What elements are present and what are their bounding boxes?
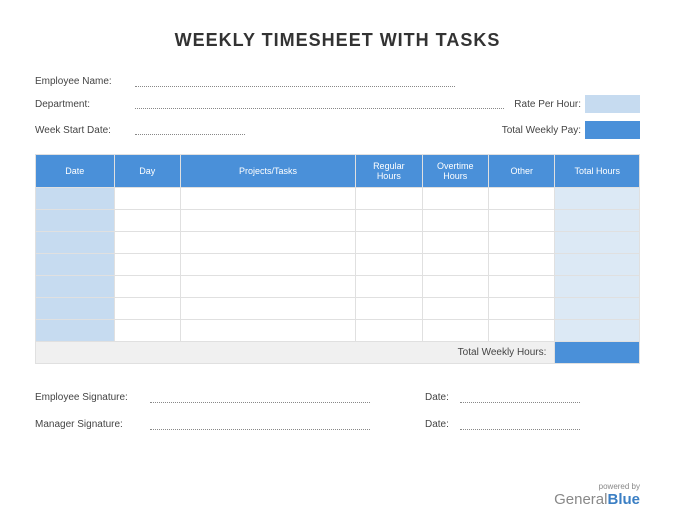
employee-date-label: Date: xyxy=(425,392,460,403)
cell-date[interactable] xyxy=(36,188,115,210)
cell-date[interactable] xyxy=(36,254,115,276)
pay-field[interactable] xyxy=(585,121,640,139)
cell-day[interactable] xyxy=(114,276,180,298)
table-row xyxy=(36,188,640,210)
cell-other[interactable] xyxy=(488,232,554,254)
employee-name-label: Employee Name: xyxy=(35,76,135,87)
cell-overtime[interactable] xyxy=(422,232,488,254)
department-field[interactable] xyxy=(135,99,504,109)
cell-total[interactable] xyxy=(555,188,640,210)
cell-other[interactable] xyxy=(488,298,554,320)
cell-regular[interactable] xyxy=(356,276,422,298)
employee-signature-label: Employee Signature: xyxy=(35,392,150,403)
cell-total[interactable] xyxy=(555,320,640,342)
total-row: Total Weekly Hours: xyxy=(36,342,640,364)
employee-name-field[interactable] xyxy=(135,77,455,87)
cell-date[interactable] xyxy=(36,210,115,232)
employee-signature-field[interactable] xyxy=(150,393,370,403)
header-overtime: Overtime Hours xyxy=(422,155,488,188)
cell-day[interactable] xyxy=(114,320,180,342)
powered-by-label: powered by xyxy=(554,482,640,491)
signature-block: Employee Signature: Date: Manager Signat… xyxy=(35,392,640,430)
brand-general: General xyxy=(554,491,607,508)
employee-date-field[interactable] xyxy=(460,393,580,403)
cell-other[interactable] xyxy=(488,210,554,232)
brand-logo: GeneralBlue xyxy=(554,491,640,508)
manager-date-field[interactable] xyxy=(460,420,580,430)
cell-day[interactable] xyxy=(114,188,180,210)
cell-overtime[interactable] xyxy=(422,320,488,342)
table-row xyxy=(36,276,640,298)
cell-day[interactable] xyxy=(114,254,180,276)
cell-day[interactable] xyxy=(114,210,180,232)
cell-total[interactable] xyxy=(555,298,640,320)
cell-regular[interactable] xyxy=(356,232,422,254)
cell-regular[interactable] xyxy=(356,210,422,232)
rate-field[interactable] xyxy=(585,95,640,113)
department-row: Department: Rate Per Hour: xyxy=(35,95,640,113)
cell-overtime[interactable] xyxy=(422,298,488,320)
cell-regular[interactable] xyxy=(356,254,422,276)
manager-signature-label: Manager Signature: xyxy=(35,419,150,430)
cell-projects[interactable] xyxy=(180,298,355,320)
cell-total[interactable] xyxy=(555,210,640,232)
table-row xyxy=(36,232,640,254)
manager-signature-row: Manager Signature: Date: xyxy=(35,419,640,430)
cell-date[interactable] xyxy=(36,298,115,320)
cell-regular[interactable] xyxy=(356,320,422,342)
cell-day[interactable] xyxy=(114,232,180,254)
cell-overtime[interactable] xyxy=(422,254,488,276)
employee-signature-row: Employee Signature: Date: xyxy=(35,392,640,403)
week-start-field[interactable] xyxy=(135,125,245,135)
page-title: WEEKLY TIMESHEET WITH TASKS xyxy=(35,30,640,51)
cell-overtime[interactable] xyxy=(422,188,488,210)
cell-date[interactable] xyxy=(36,232,115,254)
info-block: Employee Name: Department: Rate Per Hour… xyxy=(35,76,640,139)
cell-projects[interactable] xyxy=(180,210,355,232)
header-other: Other xyxy=(488,155,554,188)
cell-total[interactable] xyxy=(555,232,640,254)
pay-label: Total Weekly Pay: xyxy=(502,125,581,136)
table-row xyxy=(36,298,640,320)
cell-projects[interactable] xyxy=(180,254,355,276)
cell-regular[interactable] xyxy=(356,298,422,320)
cell-other[interactable] xyxy=(488,188,554,210)
cell-date[interactable] xyxy=(36,276,115,298)
cell-projects[interactable] xyxy=(180,232,355,254)
table-row xyxy=(36,210,640,232)
total-value[interactable] xyxy=(555,342,640,364)
rate-label: Rate Per Hour: xyxy=(514,99,581,110)
employee-name-row: Employee Name: xyxy=(35,76,640,87)
header-total: Total Hours xyxy=(555,155,640,188)
table-row xyxy=(36,254,640,276)
cell-other[interactable] xyxy=(488,276,554,298)
total-label: Total Weekly Hours: xyxy=(36,342,555,364)
cell-day[interactable] xyxy=(114,298,180,320)
header-date: Date xyxy=(36,155,115,188)
cell-total[interactable] xyxy=(555,254,640,276)
header-projects: Projects/Tasks xyxy=(180,155,355,188)
manager-date-label: Date: xyxy=(425,419,460,430)
brand-blue: Blue xyxy=(607,491,640,508)
cell-overtime[interactable] xyxy=(422,276,488,298)
header-day: Day xyxy=(114,155,180,188)
timesheet-table: Date Day Projects/Tasks Regular Hours Ov… xyxy=(35,154,640,364)
manager-signature-field[interactable] xyxy=(150,420,370,430)
department-label: Department: xyxy=(35,99,135,110)
cell-projects[interactable] xyxy=(180,276,355,298)
cell-overtime[interactable] xyxy=(422,210,488,232)
header-regular: Regular Hours xyxy=(356,155,422,188)
cell-regular[interactable] xyxy=(356,188,422,210)
week-start-row: Week Start Date: Total Weekly Pay: xyxy=(35,121,640,139)
cell-projects[interactable] xyxy=(180,320,355,342)
table-row xyxy=(36,320,640,342)
week-start-label: Week Start Date: xyxy=(35,125,135,136)
cell-other[interactable] xyxy=(488,320,554,342)
cell-total[interactable] xyxy=(555,276,640,298)
cell-projects[interactable] xyxy=(180,188,355,210)
cell-date[interactable] xyxy=(36,320,115,342)
timesheet-body: Total Weekly Hours: xyxy=(36,188,640,364)
cell-other[interactable] xyxy=(488,254,554,276)
footer: powered by GeneralBlue xyxy=(554,482,640,508)
